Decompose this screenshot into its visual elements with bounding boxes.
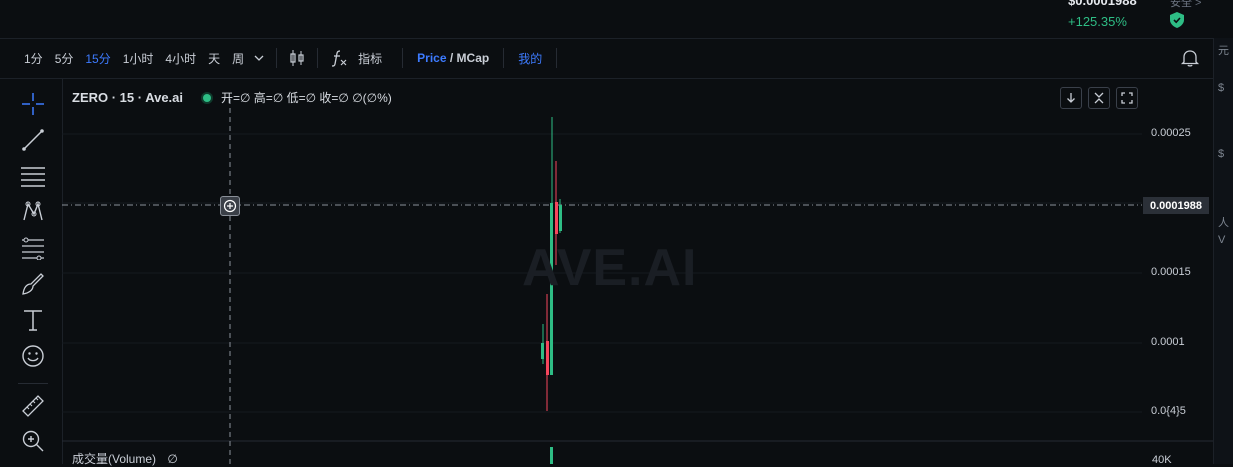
toolbar-divider xyxy=(317,48,319,68)
safety-link[interactable]: 安全 > xyxy=(1170,0,1201,10)
candle-body xyxy=(541,343,544,359)
current-price-label: 0.0001988 xyxy=(1143,197,1209,214)
shield-icon[interactable] xyxy=(1170,12,1184,28)
side-panel-strip: 元 $ $ 人 V xyxy=(1213,38,1233,464)
candle-body xyxy=(559,205,562,231)
toolbar-divider xyxy=(402,48,404,68)
symbol-label: ZERO · 15 · Ave.ai xyxy=(72,90,184,105)
trend-line-icon[interactable] xyxy=(20,127,46,153)
strip-text-4: 人 xyxy=(1218,217,1229,229)
interval-5m[interactable]: 5分 xyxy=(49,50,80,67)
strip-text-3: $ xyxy=(1218,148,1225,160)
indicators-button[interactable]: 指标 xyxy=(352,50,388,67)
interval-4h[interactable]: 4小时 xyxy=(159,50,202,67)
interval-1m[interactable]: 1分 xyxy=(18,50,49,67)
collapse-icon[interactable] xyxy=(1088,87,1110,109)
top-bar: $0.0001988 +125.35% 安全 > xyxy=(0,0,1233,39)
toolbar-divider xyxy=(276,48,278,68)
candle-body xyxy=(555,202,558,234)
volume-bar xyxy=(550,447,553,464)
y-axis-tick: 0.00025 xyxy=(1151,127,1191,139)
brush-tool-icon[interactable] xyxy=(20,271,46,297)
y-axis-tick: 0.0001 xyxy=(1151,336,1185,348)
my-templates-button[interactable]: 我的 xyxy=(512,50,548,67)
interval-1w[interactable]: 周 xyxy=(226,50,250,67)
zoom-in-icon[interactable] xyxy=(20,428,46,454)
chevron-down-icon[interactable] xyxy=(250,55,268,61)
price-toggle[interactable]: Price xyxy=(417,51,446,65)
fib-tool-icon[interactable] xyxy=(20,235,46,261)
strip-text-2: $ xyxy=(1218,82,1225,94)
arrow-down-icon[interactable] xyxy=(1060,87,1082,109)
interval-15m[interactable]: 15分 xyxy=(79,50,116,67)
add-plus-icon[interactable] xyxy=(220,196,240,216)
function-icon[interactable] xyxy=(326,49,352,67)
fullscreen-icon[interactable] xyxy=(1116,87,1138,109)
toggle-slash: / xyxy=(449,51,454,65)
volume-axis-tick: 40K xyxy=(1152,454,1172,466)
toolbar-divider xyxy=(556,48,558,68)
candle-body xyxy=(546,341,549,375)
chart-legend: ZERO · 15 · Ave.ai 开=∅ 高=∅ 低=∅ 收=∅ ∅(∅%) xyxy=(72,89,392,106)
crosshair-tool-icon[interactable] xyxy=(20,91,46,117)
mcap-toggle[interactable]: MCap xyxy=(457,51,490,65)
pattern-tool-icon[interactable] xyxy=(20,199,46,225)
ohlc-values: 开=∅ 高=∅ 低=∅ 收=∅ ∅(∅%) xyxy=(221,91,392,105)
y-axis-tick: 0.0{4}5 xyxy=(1151,405,1186,417)
candlestick-icon[interactable] xyxy=(285,49,309,67)
interval-1h[interactable]: 1小时 xyxy=(117,50,160,67)
watermark: AVE.AI xyxy=(522,239,698,297)
ruler-icon[interactable] xyxy=(20,393,46,419)
y-axis-tick: 0.00015 xyxy=(1151,266,1191,278)
live-status-dot xyxy=(203,93,212,102)
price-change: +125.35% xyxy=(1068,14,1127,29)
chart-controls xyxy=(1060,87,1138,109)
tool-divider xyxy=(18,383,48,384)
text-tool-icon[interactable] xyxy=(20,307,46,333)
toolbar-divider xyxy=(503,48,505,68)
interval-1d[interactable]: 天 xyxy=(202,50,226,67)
horizontal-lines-icon[interactable] xyxy=(20,163,46,189)
emoji-tool-icon[interactable] xyxy=(20,343,46,369)
bell-icon[interactable] xyxy=(1180,48,1200,68)
strip-text-1: 元 xyxy=(1218,45,1229,57)
token-price: $0.0001988 xyxy=(1068,0,1137,8)
volume-legend: 成交量(Volume) ∅ xyxy=(72,450,178,467)
chart-toolbar: 1分 5分 15分 1小时 4小时 天 周 指标 Price / MCap 我的 xyxy=(0,38,1213,79)
drawing-toolbar xyxy=(0,79,63,464)
strip-text-5: V xyxy=(1218,234,1226,246)
